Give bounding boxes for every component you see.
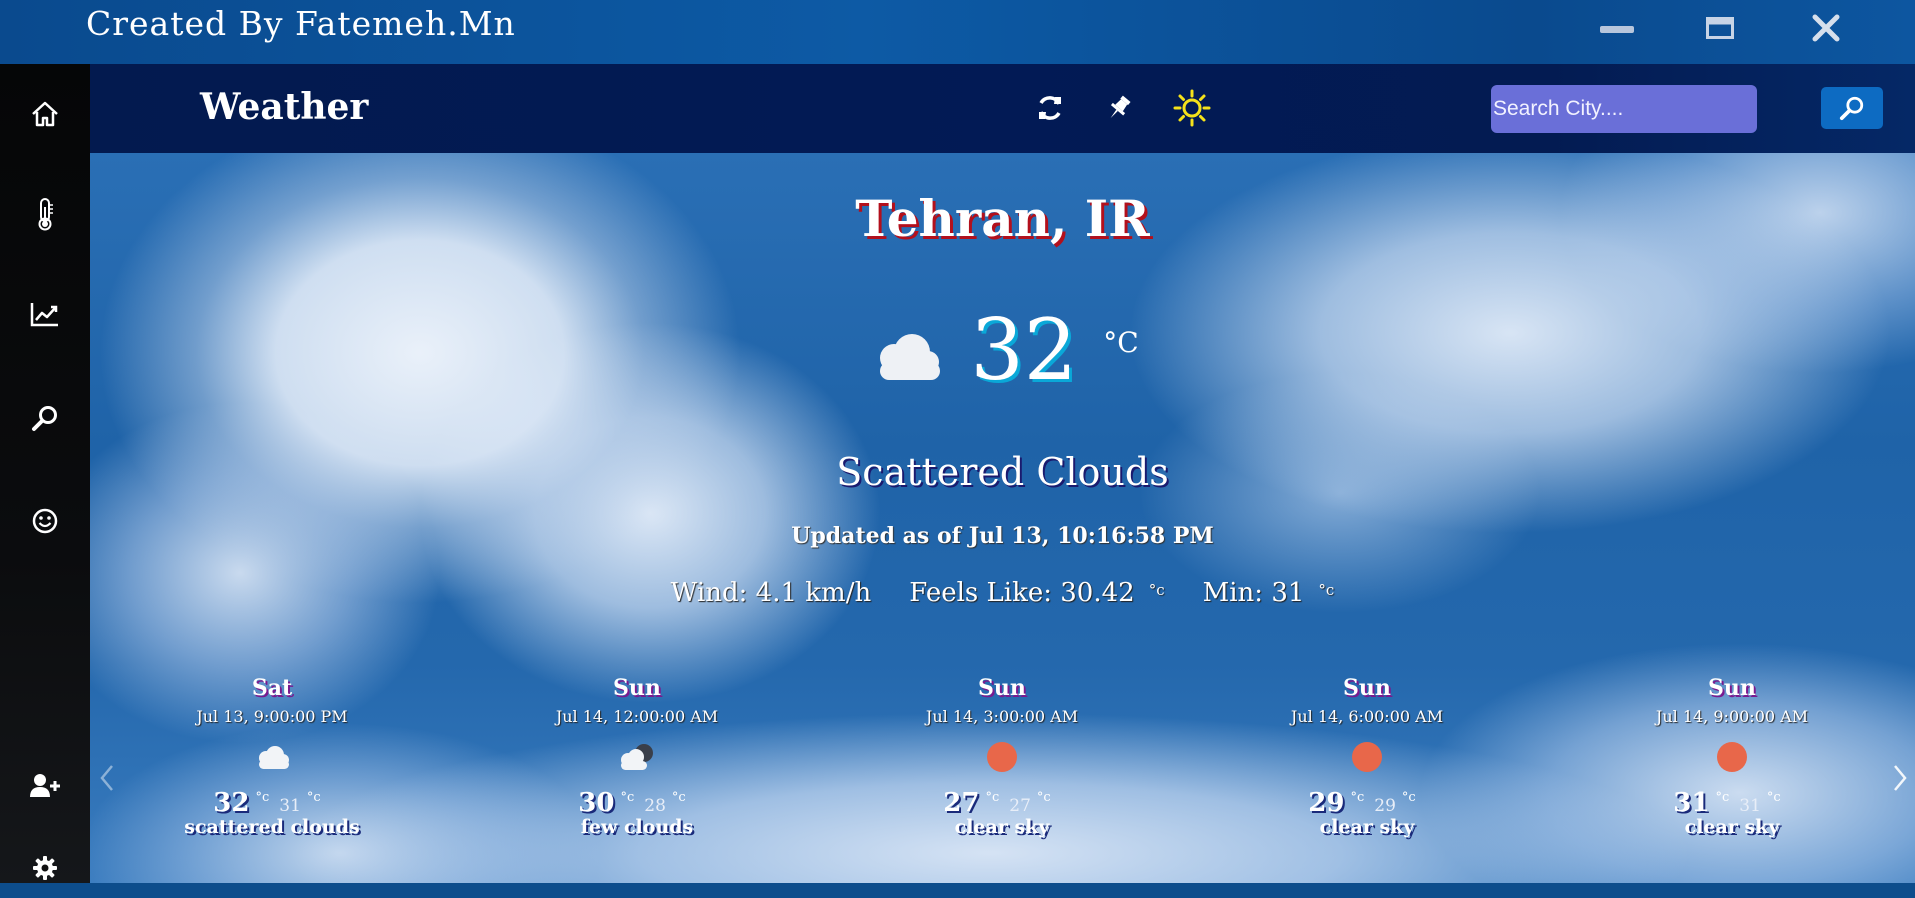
thermometer-icon: [38, 198, 53, 231]
forecast-date: Jul 14, 9:00:00 AM: [1655, 707, 1809, 726]
forecast-temp-max: 27: [943, 788, 980, 818]
city-name: Tehran, IR: [855, 189, 1150, 248]
maximize-button[interactable]: [1695, 6, 1745, 50]
forecast-description: scattered clouds: [184, 816, 360, 838]
sun-icon: [1173, 89, 1211, 127]
forecast-date: Jul 13, 9:00:00 PM: [196, 707, 348, 726]
forecast-unit: °c: [1350, 790, 1365, 805]
forecast-card[interactable]: Sun Jul 14, 12:00:00 AM 30 °c 28 °c few clo…: [537, 675, 737, 838]
forecast-day: Sun: [1708, 675, 1756, 701]
weather-description: Scattered Clouds: [836, 450, 1169, 494]
forecast-unit: °c: [306, 790, 321, 805]
sun-icon: [1352, 742, 1382, 772]
forecast-unit: °c: [1715, 790, 1730, 805]
sidebar-item-search[interactable]: [0, 388, 90, 448]
app-header: Weather: [90, 64, 1915, 153]
wind-value: Wind: 4.1 km/h: [670, 578, 872, 608]
temperature-unit: °C: [1103, 326, 1139, 359]
cloud-icon: [259, 746, 289, 769]
sidebar-item-about[interactable]: [0, 491, 90, 551]
app-brand: Weather: [200, 86, 369, 128]
forecast-unit: °c: [1036, 790, 1051, 805]
forecast-unit: °c: [1766, 790, 1781, 805]
gear-icon: [33, 856, 57, 880]
theme-toggle-button[interactable]: [1170, 86, 1214, 130]
forecast-description: clear sky: [1684, 816, 1780, 838]
forecast-temp-min: 29: [1374, 796, 1396, 816]
feels-like-value: Feels Like: 30.42: [909, 578, 1135, 608]
forecast-temp-max: 29: [1308, 788, 1345, 818]
chart-line-icon: [30, 303, 58, 327]
sidebar-item-settings[interactable]: [0, 838, 90, 898]
cloud-moon-icon: [621, 744, 653, 770]
smile-icon: [32, 508, 58, 534]
moon-icon: [987, 742, 1017, 772]
min-temp-unit: °c: [1318, 581, 1335, 599]
pin-icon: [1110, 95, 1131, 118]
forecast-unit: °c: [985, 790, 1000, 805]
min-temp-value: Min: 31: [1202, 578, 1305, 608]
forecast-date: Jul 14, 6:00:00 AM: [1290, 707, 1444, 726]
sidebar-item-chart[interactable]: [0, 284, 90, 344]
sidebar: [0, 64, 90, 883]
user-plus-icon: [30, 774, 60, 797]
forecast-unit: °c: [1401, 790, 1416, 805]
forecast-date: Jul 14, 12:00:00 AM: [555, 707, 719, 726]
sidebar-item-temperature[interactable]: [0, 184, 90, 244]
forecast-temp-min: 31: [279, 796, 301, 816]
sidebar-item-add-user[interactable]: [0, 756, 90, 816]
forecast-unit: °c: [255, 790, 270, 805]
forecast-description: clear sky: [1319, 816, 1415, 838]
forecast-card[interactable]: Sun Jul 14, 9:00:00 AM 31 °c 31 °c clear sk…: [1632, 675, 1832, 838]
forecast-description: clear sky: [954, 816, 1050, 838]
minimize-icon: [1600, 26, 1634, 33]
forecast-carousel: Sat Jul 13, 9:00:00 PM 32 °c 31 °c scattere…: [90, 675, 1915, 883]
maximize-icon: [1706, 17, 1734, 39]
forecast-temp-min: 31: [1739, 796, 1761, 816]
search-city-input[interactable]: [1491, 85, 1757, 133]
window-titlebar: Created By Fatemeh.Mn: [0, 0, 1915, 64]
forecast-temp-min: 28: [644, 796, 666, 816]
home-icon: [32, 101, 58, 127]
close-icon: [1812, 14, 1840, 42]
current-temperature-block: 32 °C: [90, 308, 1915, 392]
feels-like-unit: °c: [1148, 581, 1165, 599]
pin-button[interactable]: [1097, 86, 1141, 130]
refresh-icon: [1039, 96, 1061, 120]
forecast-day: Sat: [251, 675, 293, 701]
forecast-temp-max: 30: [578, 788, 615, 818]
forecast-card[interactable]: Sun Jul 14, 6:00:00 AM 29 °c 29 °c clear sk…: [1267, 675, 1467, 838]
weather-main: Tehran, IR 32 °C Scattered Clouds Update…: [90, 153, 1915, 883]
close-button[interactable]: [1801, 6, 1851, 50]
cloud-icon: [880, 334, 941, 380]
forecast-day: Sun: [978, 675, 1026, 701]
updated-timestamp: Updated as of Jul 13, 10:16:58 PM: [791, 523, 1214, 549]
forecast-unit: °c: [671, 790, 686, 805]
wind-stat: Wind: 4.1 km/h: [671, 578, 872, 608]
weather-stats: Wind: 4.1 km/h Feels Like: 30.42 °c Min: …: [90, 578, 1915, 608]
forecast-day: Sun: [1343, 675, 1391, 701]
forecast-temp-max: 32: [213, 788, 250, 818]
forecast-temp-min: 27: [1009, 796, 1031, 816]
forecast-description: few clouds: [580, 816, 694, 838]
sun-icon: [1717, 742, 1747, 772]
forecast-unit: °c: [620, 790, 635, 805]
forecast-card[interactable]: Sat Jul 13, 9:00:00 PM 32 °c 31 °c scattere…: [172, 675, 372, 838]
search-button[interactable]: [1821, 87, 1883, 129]
min-temp-stat: Min: 31 °c: [1203, 578, 1335, 608]
forecast-day: Sun: [613, 675, 661, 701]
current-temperature: 32: [970, 301, 1078, 399]
search-icon: [1839, 96, 1864, 121]
window-title: Created By Fatemeh.Mn: [86, 4, 516, 43]
feels-like-stat: Feels Like: 30.42 °c: [909, 578, 1164, 608]
refresh-button[interactable]: [1028, 86, 1072, 130]
forecast-temp-max: 31: [1673, 788, 1710, 818]
minimize-button[interactable]: [1592, 6, 1642, 50]
sidebar-item-home[interactable]: [0, 84, 90, 144]
forecast-date: Jul 14, 3:00:00 AM: [925, 707, 1079, 726]
search-icon: [32, 406, 57, 431]
forecast-card[interactable]: Sun Jul 14, 3:00:00 AM 27 °c 27 °c clear sk…: [902, 675, 1102, 838]
